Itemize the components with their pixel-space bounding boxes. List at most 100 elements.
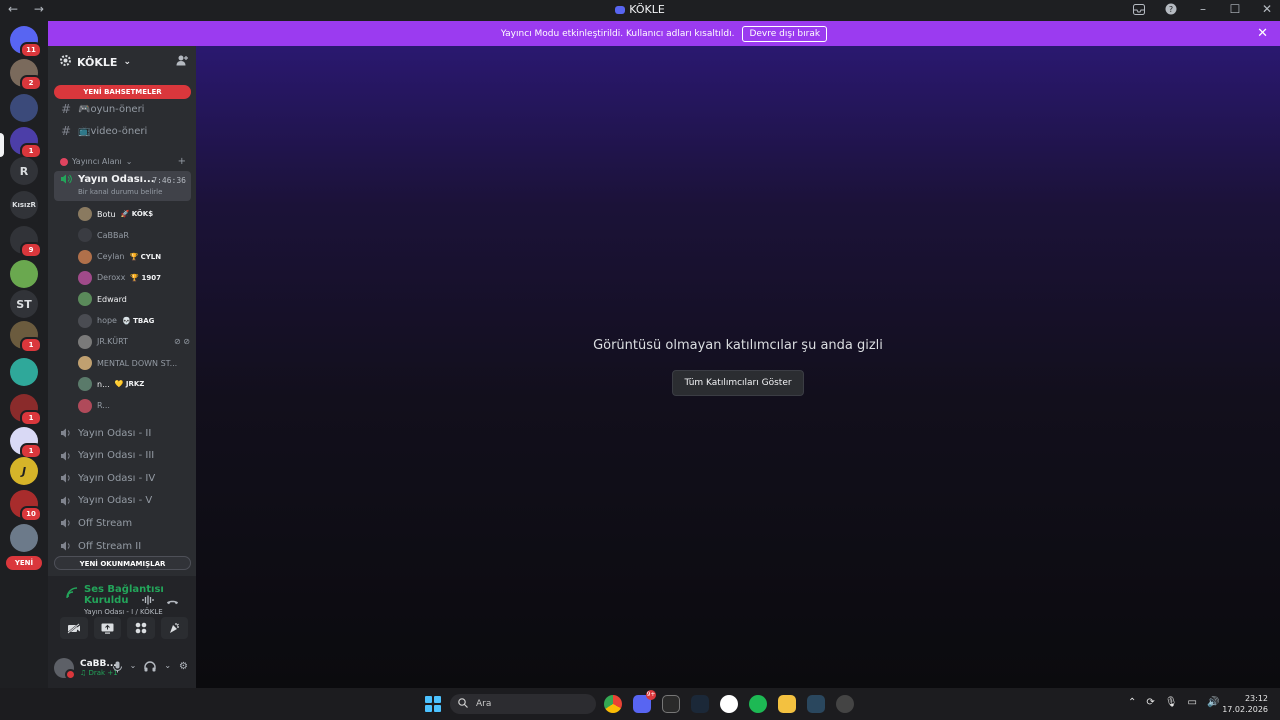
windows-start-icon[interactable]: [425, 696, 441, 712]
avatar: [78, 313, 92, 328]
headphones-icon[interactable]: [144, 661, 157, 676]
taskbar-apps: 9+: [604, 690, 854, 713]
server-icon[interactable]: 1: [10, 127, 42, 159]
voice-member[interactable]: n... 💛 JRKZ: [78, 375, 190, 393]
clock-date: 17.02.2026: [1222, 705, 1268, 714]
server-icon[interactable]: [10, 94, 38, 122]
server-icon[interactable]: 1: [10, 394, 42, 426]
server-icon[interactable]: [10, 260, 38, 288]
discord-icon[interactable]: 9+: [633, 690, 656, 713]
new-servers-pill[interactable]: YENİ: [6, 556, 42, 570]
banner-close-icon[interactable]: ✕: [1257, 26, 1268, 41]
hashtag-icon: #: [60, 124, 72, 138]
server-icon[interactable]: [10, 358, 38, 386]
voice-status-title[interactable]: Ses Bağlantısı Kuruldu: [84, 584, 196, 606]
voice-channel[interactable]: Yayın Odası - II: [54, 423, 191, 443]
invite-people-icon[interactable]: [176, 55, 188, 69]
voice-channel[interactable]: Off Stream II: [54, 536, 191, 556]
clock[interactable]: 23:12 17.02.2026: [1222, 693, 1268, 715]
chevron-up-icon[interactable]: ⌃: [1128, 697, 1136, 708]
avatar: [78, 377, 92, 392]
chrome-icon[interactable]: [604, 695, 622, 713]
help-icon[interactable]: ?: [1164, 2, 1178, 16]
disconnect-icon[interactable]: [166, 590, 179, 609]
app-icon[interactable]: [836, 695, 854, 713]
taskbar-search[interactable]: Ara: [450, 694, 596, 714]
server-icon[interactable]: KısızR: [10, 191, 38, 219]
voice-member[interactable]: JR.KÜRT ⊘ ⊘: [78, 333, 190, 351]
microphone-icon[interactable]: 🎙: [1165, 697, 1178, 708]
voice-member[interactable]: Edward: [78, 290, 190, 308]
file-explorer-icon[interactable]: [778, 695, 796, 713]
member-tag: 🏆 CYLN: [129, 252, 162, 261]
epic-games-icon[interactable]: [662, 695, 680, 713]
voice-member[interactable]: Botu 🚀 KÖK$: [78, 205, 190, 223]
category-yayinci-alani[interactable]: Yayıncı Alanı ⌄ +: [60, 156, 186, 167]
voice-member[interactable]: R...: [78, 397, 190, 415]
member-name: n...: [97, 379, 110, 389]
camera-off-button[interactable]: [60, 617, 88, 639]
soundboard-button[interactable]: [160, 617, 188, 639]
window-controls: ? – ☐ ✕: [1132, 2, 1274, 16]
voice-channel[interactable]: Yayın Odası - IV: [54, 468, 191, 488]
inbox-icon[interactable]: [1132, 2, 1146, 16]
server-name: KÖKLE: [77, 55, 118, 69]
activities-button[interactable]: [127, 617, 155, 639]
speaker-icon: [60, 541, 72, 551]
steam-icon[interactable]: [691, 695, 709, 713]
server-icon[interactable]: ST: [10, 290, 38, 318]
voice-member[interactable]: Deroxx 🏆 1907: [78, 269, 190, 287]
voice-member[interactable]: Ceylan 🏆 CYLN: [78, 248, 190, 266]
microphone-icon[interactable]: [112, 661, 122, 676]
member-name: Botu: [97, 209, 116, 219]
chevron-down-icon[interactable]: ⌄: [164, 661, 171, 676]
server-icon[interactable]: R: [10, 157, 38, 185]
speaker-icon: [60, 518, 72, 528]
new-mentions-pill[interactable]: YENİ BAHSETMELER: [54, 85, 191, 99]
disable-streamer-mode-button[interactable]: Devre dışı bırak: [742, 25, 828, 42]
close-icon[interactable]: ✕: [1260, 2, 1274, 16]
noise-suppression-icon[interactable]: [142, 590, 154, 609]
chevron-down-icon[interactable]: ⌄: [130, 661, 137, 676]
channel-status[interactable]: Bir kanal durumu belirle: [78, 188, 162, 196]
server-icon[interactable]: 10: [10, 490, 42, 522]
display-icon[interactable]: ▭: [1187, 697, 1196, 708]
server-icon[interactable]: J: [10, 457, 38, 485]
unread-badge: 1: [20, 410, 42, 426]
show-all-participants-button[interactable]: Tüm Katılımcıları Göster: [672, 370, 804, 396]
server-label: J: [21, 464, 27, 478]
volume-icon[interactable]: 🔊: [1207, 697, 1219, 708]
voice-member[interactable]: CaBBaR: [78, 226, 190, 244]
create-channel-icon[interactable]: +: [178, 156, 186, 167]
voice-channel[interactable]: Off Stream: [54, 513, 191, 533]
sync-icon[interactable]: ⟳: [1146, 697, 1154, 708]
minimize-icon[interactable]: –: [1196, 2, 1210, 16]
new-unread-pill[interactable]: YENİ OKUNMAMIŞLAR: [54, 556, 191, 570]
server-icon[interactable]: 11: [10, 26, 42, 58]
voice-location[interactable]: Yayın Odası - I / KÖKLE: [84, 608, 196, 616]
spotify-icon[interactable]: [749, 695, 767, 713]
yandex-icon[interactable]: [720, 695, 738, 713]
voice-channel-active[interactable]: Yayın Odası... 7:46:36 Bir kanal durumu …: [54, 171, 191, 201]
new-servers-label: YENİ: [14, 559, 34, 567]
avatar: [78, 334, 92, 349]
channel-video-oneri[interactable]: # 📺video-öneri: [54, 121, 191, 141]
server-icon[interactable]: 9: [10, 226, 42, 258]
server-icon[interactable]: 1: [10, 427, 42, 459]
avatar[interactable]: [54, 658, 76, 680]
server-icon[interactable]: 2: [10, 59, 42, 91]
screen-share-button[interactable]: [93, 617, 121, 639]
gear-icon[interactable]: ⚙: [179, 661, 188, 676]
channel-label: Yayın Odası...: [78, 174, 155, 185]
steam-alt-icon[interactable]: [807, 695, 825, 713]
voice-channel[interactable]: Yayın Odası - V: [54, 491, 191, 511]
voice-channel[interactable]: Yayın Odası - III: [54, 446, 191, 466]
channel-oyun-oneri[interactable]: # 🎮oyun-öneri: [54, 99, 191, 119]
server-rail: 11 2 1 R KısızR 9 ST 1 1 1 J 10 YENİ: [0, 21, 48, 688]
server-header[interactable]: KÖKLE ⌄: [48, 46, 196, 78]
server-icon[interactable]: [10, 524, 38, 552]
voice-member[interactable]: hope 💀 TBAG: [78, 312, 190, 330]
maximize-icon[interactable]: ☐: [1228, 2, 1242, 16]
server-icon[interactable]: 1: [10, 321, 42, 353]
voice-member[interactable]: MENTAL DOWN ST...: [78, 354, 190, 372]
